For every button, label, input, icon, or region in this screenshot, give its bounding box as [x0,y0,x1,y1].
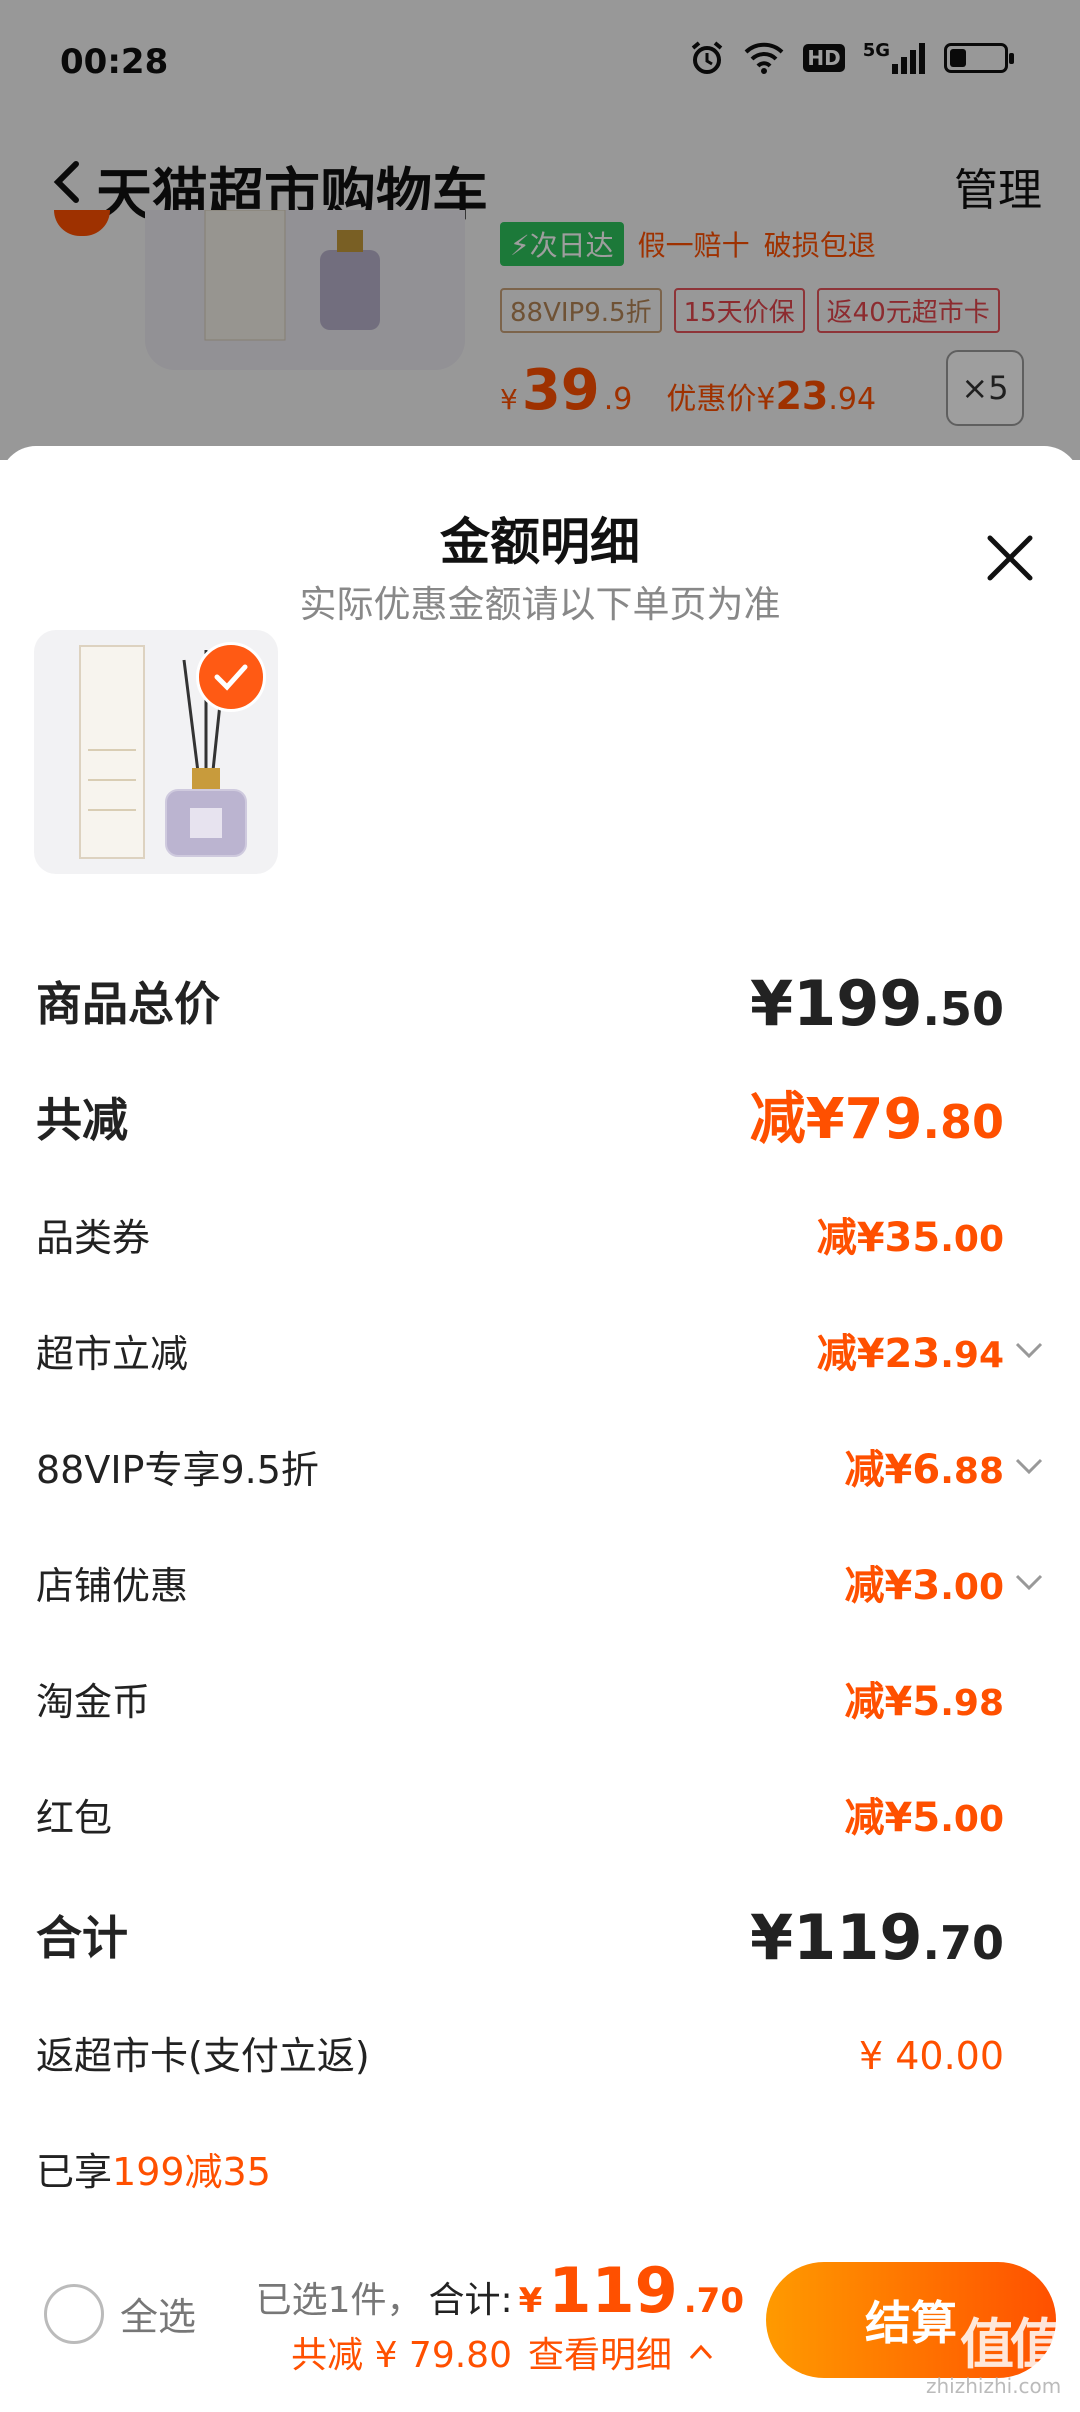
row-total-price: 商品总价 ¥199.50 [36,964,1044,1044]
value-decimal: .00 [940,1219,1004,1260]
row-value: 减¥5.00 [845,1778,1004,1860]
total-integer: 119 [548,2254,678,2327]
value-integer: ¥119 [749,1901,923,1974]
row-store-off[interactable]: 店铺优惠 减¥3.00 [36,1546,1044,1626]
row-label: 返超市卡(支付立返) [36,2034,370,2078]
total-decimal: .70 [683,2281,744,2321]
row-label: 合计 [36,1911,128,1965]
row-sum: 合计 ¥119.70 [36,1898,1044,1978]
chevron-down-icon[interactable] [1014,1340,1044,1360]
value-integer: ¥199 [749,967,923,1040]
close-icon[interactable] [984,532,1036,584]
value-integer: 减¥6 [844,1447,941,1493]
row-label: 店铺优惠 [36,1564,189,1608]
value-decimal: .00 [940,1567,1004,1608]
row-discount-total: 共减 减¥79.80 [36,1080,1044,1160]
row-value: 减¥3.00 [845,1546,1004,1628]
amount-detail-sheet: 金额明细 实际优惠金额请以下单页为准 [0,446,1080,2412]
row-value: ¥119.70 [750,1898,1004,1994]
view-detail-link[interactable]: 查看明细 [528,2326,672,2378]
row-category-coupon: 品类券 减¥35.00 [36,1198,1044,1278]
row-label: 共减 [36,1093,128,1147]
value-integer: 减¥35 [816,1215,941,1261]
chevron-down-icon[interactable] [1014,1572,1044,1592]
sheet-title: 金额明细 [440,513,640,571]
value-decimal: .98 [940,1683,1004,1724]
row-red-packet: 红包 减¥5.00 [36,1778,1044,1858]
checkmark-icon [214,664,248,691]
row-coins: 淘金币 减¥5.98 [36,1662,1044,1742]
row-vip-off[interactable]: 88VIP专享9.5折 减¥6.88 [36,1430,1044,1510]
modal-backdrop[interactable] [0,0,1080,460]
value-decimal: .80 [922,1095,1005,1149]
value-decimal: .94 [940,1335,1004,1376]
enjoyed-value: 199减35 [112,2150,271,2194]
value-integer: 减¥5 [844,1679,941,1725]
value-integer: 减¥5 [844,1795,941,1841]
select-all-label[interactable]: 全选 [120,2286,196,2341]
value-integer: 减¥3 [844,1563,941,1609]
row-value: 减¥5.98 [845,1662,1004,1744]
value-decimal: .00 [940,1799,1004,1840]
total-currency: ¥ [518,2281,543,2321]
total-summary: 已选1件， 合计: ¥119.70 [256,2254,744,2327]
chevron-down-icon[interactable] [1014,1456,1044,1476]
total-label: 合计: [428,2280,513,2321]
row-value: 减¥79.80 [750,1080,1004,1173]
row-value: 减¥6.88 [845,1430,1004,1512]
discount-amount: 共减 ¥ 79.80 [291,2335,512,2376]
row-value: 减¥35.00 [817,1198,1004,1280]
row-value: ¥199.50 [750,964,1004,1060]
chevron-up-icon[interactable] [688,2343,714,2361]
product-checkbox[interactable] [196,642,266,712]
selected-count: 已选1件， [255,2280,423,2321]
value-decimal: .88 [940,1451,1004,1492]
row-label: 超市立减 [36,1332,189,1376]
row-value: 减¥23.94 [817,1314,1004,1396]
row-cashback: 返超市卡(支付立返) ¥ 40.00 [36,2016,1044,2096]
cart-page-background: 00:28 HD 5G 天猫超市购物车 管理 ⚡次日达 假一赔十 破损包退 88… [0,0,1080,460]
row-label: 淘金币 [36,1680,151,1724]
value-integer: 减¥79 [749,1087,923,1152]
row-supermarket-off[interactable]: 超市立减 减¥23.94 [36,1314,1044,1394]
value-decimal: .70 [922,1916,1005,1970]
value-decimal: .50 [922,982,1005,1036]
checkout-bar: 全选 已选1件， 合计: ¥119.70 共减 ¥ 79.80 查看明细 结算 [0,2234,1080,2412]
enjoyed-label: 已享 [36,2150,113,2194]
row-label: 88VIP专享9.5折 [36,1448,319,1492]
row-enjoyed-promo: 已享199减35 [36,2132,1044,2212]
sheet-subtitle: 实际优惠金额请以下单页为准 [299,583,781,626]
row-label: 红包 [36,1796,113,1840]
row-label: 已享199减35 [36,2132,271,2212]
row-value: ¥ 40.00 [858,2034,1004,2078]
value-integer: 减¥23 [816,1331,941,1377]
watermark-url: zhizhizhi.com [926,2374,1062,2398]
row-label: 商品总价 [36,977,220,1031]
select-all-checkbox[interactable] [44,2284,104,2344]
discount-summary[interactable]: 共减 ¥ 79.80 查看明细 [291,2326,714,2378]
row-label: 品类券 [36,1216,151,1260]
